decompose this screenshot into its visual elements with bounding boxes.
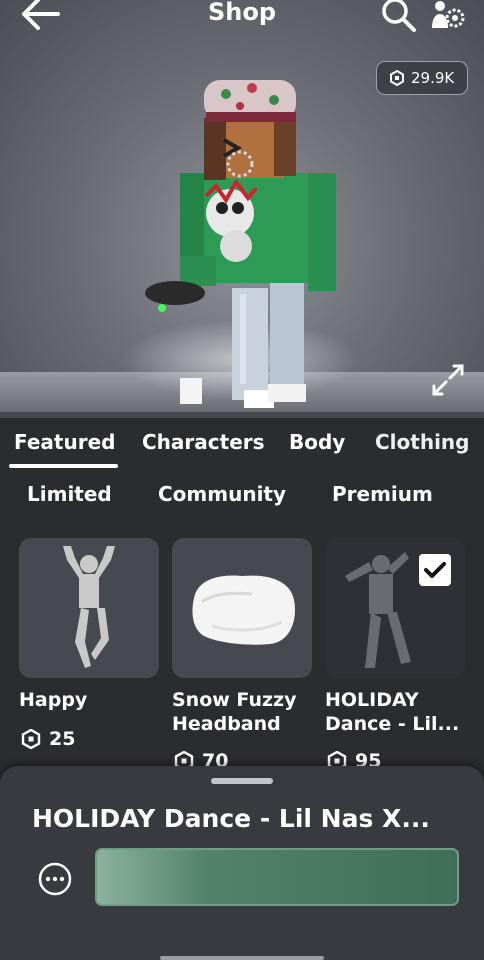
drag-handle[interactable]	[211, 778, 273, 784]
item-name: Happy	[19, 689, 88, 711]
top-bar: Shop	[0, 0, 484, 36]
selected-item-title: HOLIDAY Dance - Lil Nas X...	[32, 804, 430, 833]
buy-button[interactable]	[95, 848, 459, 906]
home-indicator	[160, 956, 324, 960]
balance-amount: 29.9K	[411, 69, 455, 87]
selected-check-icon	[419, 554, 451, 586]
item-name: Snow Fuzzy Headband	[172, 689, 297, 735]
item-detail-sheet: HOLIDAY Dance - Lil Nas X...	[0, 766, 484, 960]
active-tab-indicator	[9, 464, 118, 468]
item-grid: Happy 25 Snow Fuzzy Headband 70 HOLIDAY …	[0, 518, 484, 778]
tab-body[interactable]: Body	[289, 430, 345, 454]
tab-clothing[interactable]: Clothing	[375, 430, 469, 454]
item-thumbnail	[19, 538, 159, 678]
secondary-tabs: Limited Community Premium	[0, 472, 484, 518]
robux-icon	[21, 729, 41, 749]
tab-featured[interactable]: Featured	[14, 430, 115, 454]
avatar-preview[interactable]: Shop 29.9K	[0, 0, 484, 418]
avatar-settings-icon[interactable]	[428, 0, 468, 34]
item-thumbnail	[325, 538, 465, 678]
more-options-icon[interactable]	[38, 862, 72, 896]
happy-emote-figure	[63, 546, 115, 668]
robux-icon	[390, 70, 404, 86]
item-price-value: 25	[49, 728, 76, 750]
tab-limited[interactable]: Limited	[27, 482, 112, 506]
tab-characters[interactable]: Characters	[142, 430, 265, 454]
search-icon[interactable]	[378, 0, 418, 34]
item-name: HOLIDAY Dance - Lil...	[325, 689, 460, 735]
robux-balance[interactable]: 29.9K	[376, 61, 468, 95]
expand-icon[interactable]	[428, 360, 468, 400]
avatar-model	[145, 80, 336, 408]
tab-community[interactable]: Community	[158, 482, 286, 506]
primary-tabs: Featured Characters Body Clothing	[0, 418, 484, 472]
tab-premium[interactable]: Premium	[332, 482, 433, 506]
item-thumbnail	[172, 538, 312, 678]
item-price: 25	[21, 728, 75, 750]
headband-image	[192, 575, 295, 645]
